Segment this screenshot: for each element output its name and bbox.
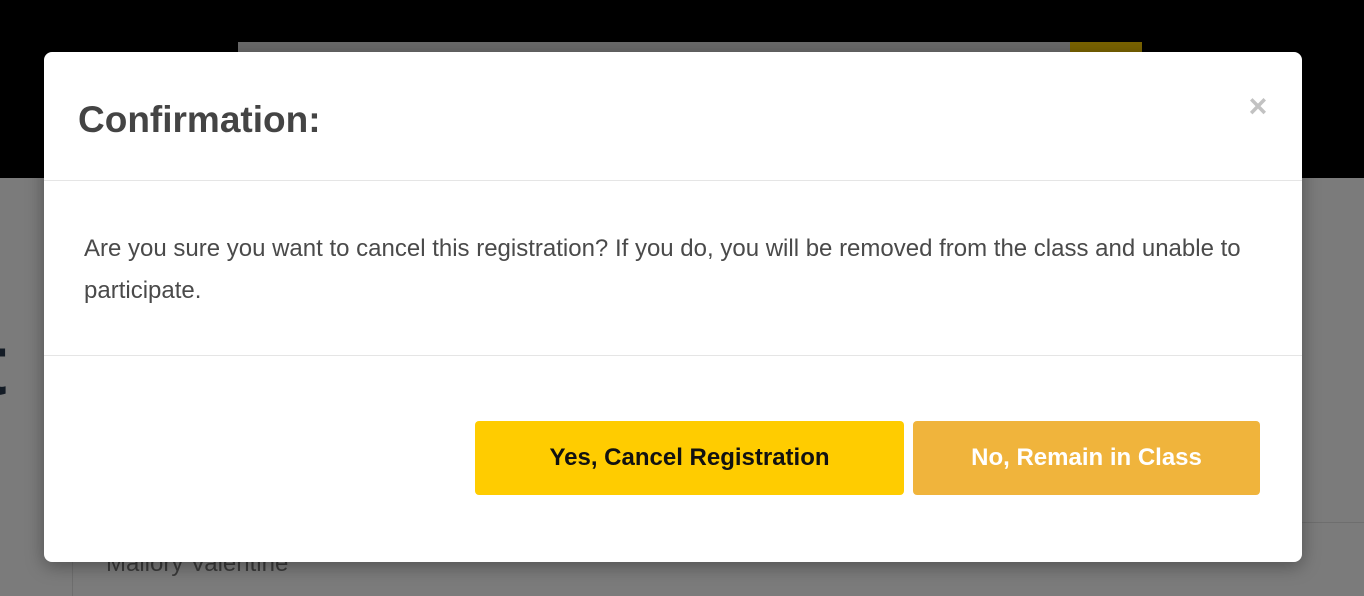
modal-footer: Yes, Cancel Registration No, Remain in C… <box>44 356 1302 562</box>
close-icon[interactable]: × <box>1238 86 1278 126</box>
confirmation-modal: Confirmation: × Are you sure you want to… <box>44 52 1302 562</box>
remain-in-class-button[interactable]: No, Remain in Class <box>913 421 1260 495</box>
modal-header: Confirmation: × <box>44 52 1302 181</box>
confirm-cancel-registration-button[interactable]: Yes, Cancel Registration <box>475 421 904 495</box>
modal-message: Are you sure you want to cancel this reg… <box>84 235 1241 304</box>
modal-body: Are you sure you want to cancel this reg… <box>44 181 1302 356</box>
page: t Mallory Valentine Confirmation: × Are … <box>0 0 1364 596</box>
page-heading: t <box>0 322 7 408</box>
modal-title: Confirmation: <box>78 99 321 140</box>
